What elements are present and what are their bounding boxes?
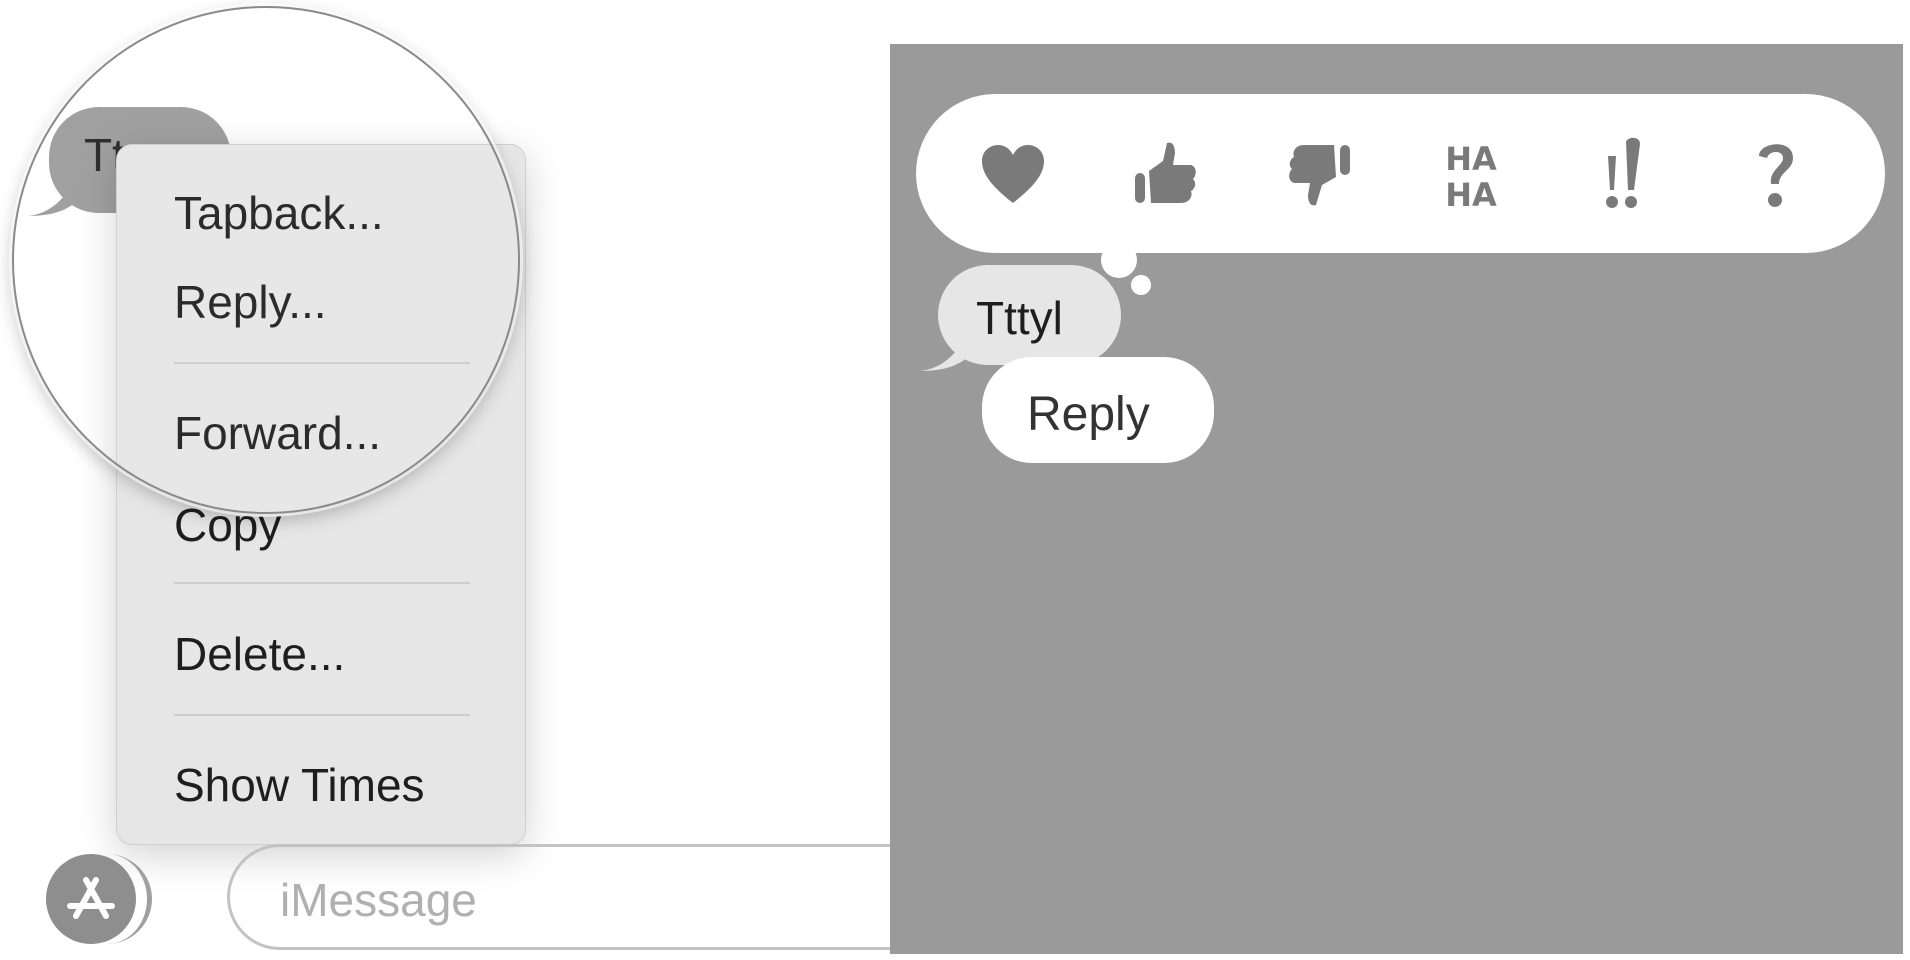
- tapback-haha[interactable]: HA HA: [1431, 134, 1511, 214]
- thought-dot: [1101, 242, 1137, 278]
- imessage-input[interactable]: iMessage: [227, 844, 927, 950]
- reply-label: Reply: [1027, 388, 1150, 441]
- bubble-tail: [28, 170, 78, 216]
- menu-separator: [174, 362, 470, 364]
- svg-text:HA: HA: [1445, 140, 1497, 178]
- bubble-tail: [920, 325, 970, 371]
- apps-button[interactable]: [46, 854, 136, 944]
- context-menu: Tapback... Reply... Forward... Copy Dele…: [116, 144, 526, 845]
- menu-separator: [174, 714, 470, 716]
- menu-item-reply[interactable]: Reply...: [174, 279, 327, 325]
- tapback-exclamation[interactable]: [1584, 134, 1664, 214]
- menu-separator: [174, 582, 470, 584]
- menu-item-delete[interactable]: Delete...: [174, 631, 345, 677]
- tapback-question[interactable]: [1736, 134, 1816, 214]
- input-placeholder: iMessage: [280, 874, 477, 926]
- thumbs-up-icon: [1135, 142, 1196, 203]
- menu-item-copy[interactable]: Copy: [174, 502, 281, 548]
- reply-button[interactable]: Reply: [982, 357, 1214, 463]
- menu-item-tapback[interactable]: Tapback...: [174, 190, 384, 236]
- tapback-bar: HA HA: [916, 94, 1885, 253]
- menu-item-show-times[interactable]: Show Times: [174, 762, 425, 808]
- thought-dot: [1131, 275, 1151, 295]
- tapback-thumbs-down[interactable]: [1279, 134, 1359, 214]
- message-text: Tttyl: [976, 292, 1063, 344]
- heart-icon: [982, 145, 1044, 203]
- svg-text:HA: HA: [1445, 176, 1497, 212]
- tapback-thumbs-up[interactable]: [1126, 134, 1206, 214]
- double-exclamation-icon: [1606, 137, 1640, 208]
- app-store-icon: [67, 877, 115, 919]
- haha-icon: HAHA: [1445, 140, 1497, 212]
- thumbs-down-icon: [1289, 145, 1350, 206]
- menu-item-forward[interactable]: Forward...: [174, 410, 381, 456]
- tapback-heart[interactable]: [973, 134, 1053, 214]
- question-icon: [1759, 144, 1793, 207]
